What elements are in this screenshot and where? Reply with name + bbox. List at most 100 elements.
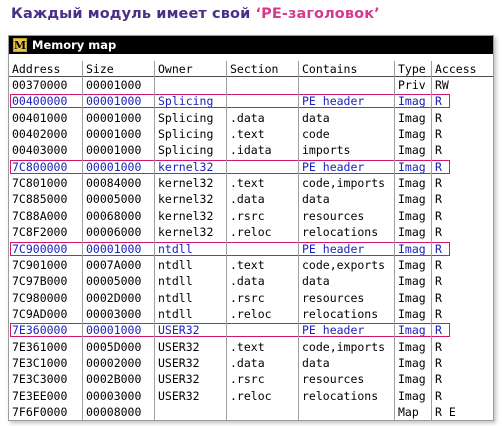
cell-section: .rsrc (230, 290, 265, 305)
cell-section: .idata (230, 143, 272, 158)
cell-size: 00001000 (86, 159, 142, 174)
column-header-address[interactable]: Address (9, 61, 83, 77)
cell-size: 00068000 (86, 208, 142, 223)
cell-contains: resources (302, 208, 365, 223)
cell-owner: kernel32 (158, 208, 214, 223)
cell-access: R (435, 372, 442, 387)
cell-address: 7F6F0000 (12, 405, 68, 419)
cell-type: Imag (398, 208, 426, 223)
column-separator[interactable] (82, 61, 83, 420)
cell-section: .reloc (230, 225, 272, 240)
cell-size: 0005D000 (86, 339, 142, 354)
cell-access: R (435, 143, 442, 158)
cell-address: 7C88A000 (12, 208, 68, 223)
cell-address: 7C97B000 (12, 274, 68, 289)
cell-section: .text (230, 176, 265, 191)
cell-contains: PE header (302, 159, 365, 174)
cell-section: .text (230, 257, 265, 272)
column-header-contains[interactable]: Contains (299, 61, 395, 77)
cell-type: Imag (398, 225, 426, 240)
cell-size: 00003000 (86, 388, 142, 403)
cell-address: 7C9AD000 (12, 306, 68, 321)
cell-size: 00003000 (86, 306, 142, 321)
cell-address: 7E360000 (12, 323, 68, 338)
cell-address: 7E3C1000 (12, 355, 68, 370)
column-separator[interactable] (394, 61, 395, 420)
window-titlebar[interactable]: M Memory map (9, 36, 493, 54)
cell-section: .text (230, 127, 265, 142)
cell-access: R (435, 306, 442, 321)
cell-size: 0002D000 (86, 290, 142, 305)
cell-contains: code (302, 127, 330, 142)
cell-type: Imag (398, 355, 426, 370)
cell-section: .reloc (230, 306, 272, 321)
cell-section (227, 159, 299, 175)
cell-section: .data (230, 355, 265, 370)
cell-owner: kernel32 (158, 225, 214, 240)
cell-address: 7C900000 (12, 241, 68, 256)
cell-size: 00001000 (86, 143, 142, 158)
cell-size: 00001000 (86, 323, 142, 338)
cell-owner: ntdll (158, 290, 193, 305)
cell-type: Priv (398, 78, 426, 92)
cell-size: 00001000 (86, 241, 142, 256)
cell-type: Imag (398, 388, 426, 403)
cell-contains: data (302, 355, 330, 370)
cell-type: Imag (398, 372, 426, 387)
cell-address: 7C901000 (12, 257, 68, 272)
cell-section: .data (230, 274, 265, 289)
cell-access: R (435, 323, 442, 338)
cell-type: Imag (398, 241, 426, 256)
cell-address: 00402000 (12, 127, 68, 142)
cell-type: Imag (398, 192, 426, 207)
cell-access: R (435, 110, 442, 125)
cell-access: R (435, 257, 442, 272)
cell-type: Map (398, 405, 419, 419)
cell-address: 7E361000 (12, 339, 68, 354)
column-header-access[interactable]: Access (432, 61, 493, 77)
column-separator[interactable] (154, 61, 155, 420)
cell-address: 7C885000 (12, 192, 68, 207)
column-separator[interactable] (226, 61, 227, 420)
column-header-type[interactable]: Type (395, 61, 432, 77)
cell-contains (299, 404, 395, 420)
cell-section: .data (230, 110, 265, 125)
cell-size: 00005000 (86, 274, 142, 289)
cell-contains: code,exports (302, 257, 386, 272)
cell-type: Imag (398, 127, 426, 142)
cell-address: 00370000 (12, 78, 68, 92)
cell-size: 0007A000 (86, 257, 142, 272)
cell-size: 00084000 (86, 176, 142, 191)
cell-owner: Splicing (158, 94, 214, 109)
cell-contains: relocations (302, 225, 379, 240)
cell-owner: ntdll (158, 274, 193, 289)
cell-type: Imag (398, 257, 426, 272)
cell-size: 00001000 (86, 78, 142, 92)
cell-access: R (435, 192, 442, 207)
cell-owner: kernel32 (158, 159, 214, 174)
cell-contains: code,imports (302, 339, 386, 354)
cell-section: .reloc (230, 388, 272, 403)
cell-contains: imports (302, 143, 351, 158)
cell-owner: USER32 (158, 388, 200, 403)
cell-type: Imag (398, 176, 426, 191)
cell-section (227, 404, 299, 420)
cell-address: 7C980000 (12, 290, 68, 305)
cell-type: Imag (398, 339, 426, 354)
column-separator[interactable] (298, 61, 299, 420)
cell-access: R (435, 159, 442, 174)
cell-contains: data (302, 274, 330, 289)
cell-contains: PE header (302, 323, 365, 338)
cell-section (227, 322, 299, 338)
cell-access: R (435, 290, 442, 305)
cell-contains: data (302, 110, 330, 125)
cell-owner: Splicing (158, 110, 214, 125)
column-header-section[interactable]: Section (227, 61, 299, 77)
cell-type: Imag (398, 159, 426, 174)
cell-size: 00005000 (86, 192, 142, 207)
cell-contains: resources (302, 372, 365, 387)
cell-contains: relocations (302, 388, 379, 403)
column-header-size[interactable]: Size (83, 61, 155, 77)
column-separator[interactable] (431, 61, 432, 420)
column-header-owner[interactable]: Owner (155, 61, 227, 77)
